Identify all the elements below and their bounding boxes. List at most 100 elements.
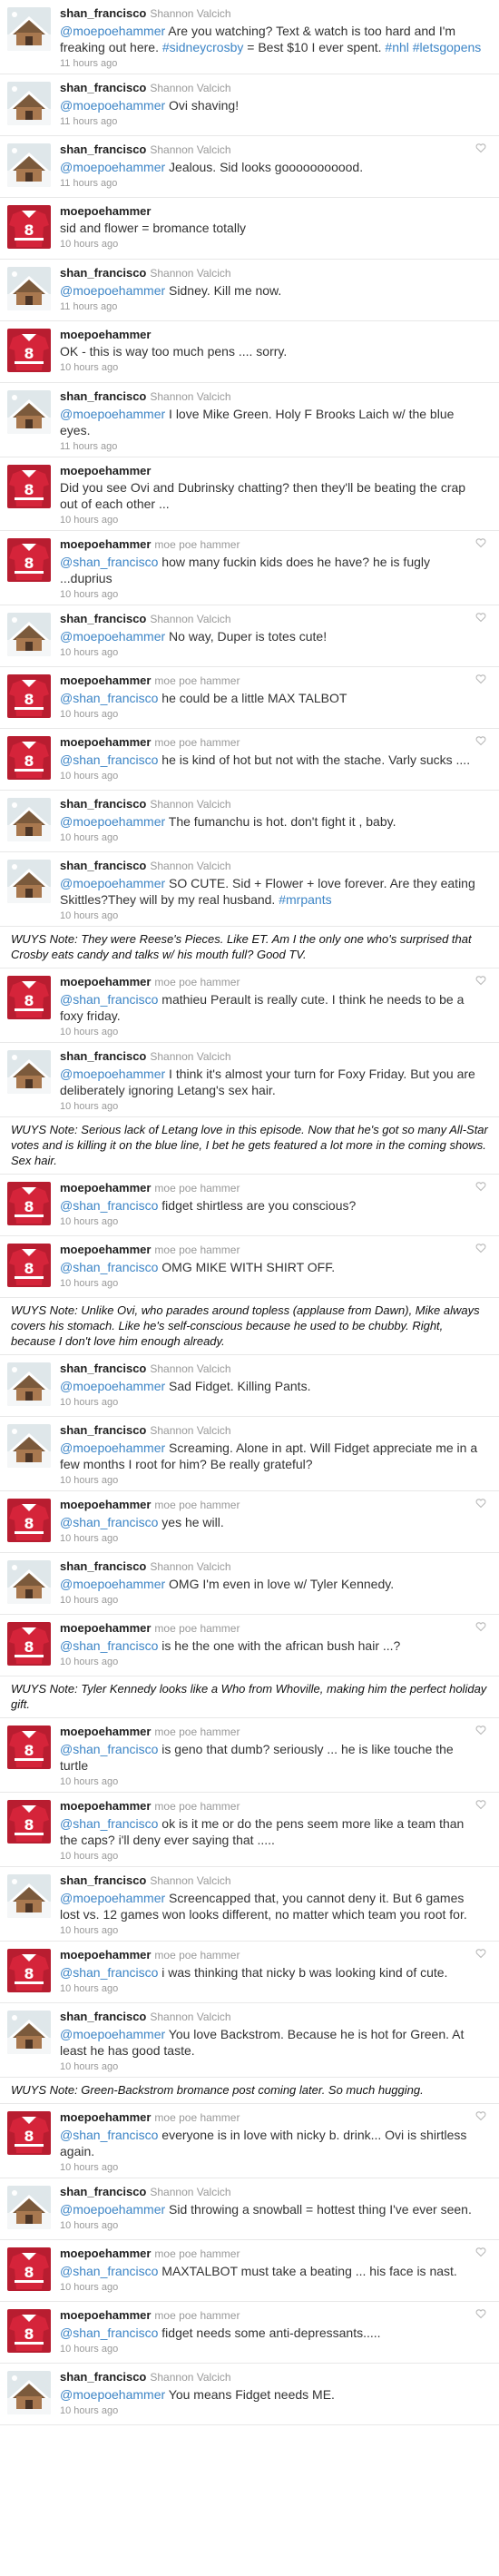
- tweet-timestamp[interactable]: 10 hours ago: [60, 2060, 492, 2073]
- tweet-timestamp[interactable]: 10 hours ago: [60, 2343, 492, 2355]
- tweet-timestamp[interactable]: 10 hours ago: [60, 1924, 492, 1937]
- username-link[interactable]: shan_francisco: [60, 389, 146, 403]
- username-link[interactable]: shan_francisco: [60, 2185, 146, 2198]
- heart-icon[interactable]: [475, 2110, 486, 2121]
- mention-link[interactable]: @moepoehammer: [60, 24, 165, 38]
- tweet-timestamp[interactable]: 10 hours ago: [60, 2219, 492, 2232]
- penguins-jersey-8-avatar[interactable]: 8: [7, 1499, 51, 1542]
- mention-link[interactable]: @shan_francisco: [60, 1965, 158, 1980]
- tweet-timestamp[interactable]: 10 hours ago: [60, 361, 492, 374]
- snowy-cabin-avatar[interactable]: [7, 82, 51, 125]
- tweet-timestamp[interactable]: 10 hours ago: [60, 646, 492, 659]
- username-link[interactable]: shan_francisco: [60, 2010, 146, 2023]
- mention-link[interactable]: @shan_francisco: [60, 691, 158, 705]
- username-link[interactable]: moepoehammer: [60, 1799, 151, 1813]
- mention-link[interactable]: @shan_francisco: [60, 1742, 158, 1756]
- mention-link[interactable]: @moepoehammer: [60, 1067, 165, 1081]
- mention-link[interactable]: @shan_francisco: [60, 992, 158, 1007]
- username-link[interactable]: shan_francisco: [60, 1423, 146, 1437]
- penguins-jersey-8-avatar[interactable]: 8: [7, 205, 51, 249]
- tweet-timestamp[interactable]: 10 hours ago: [60, 1532, 492, 1545]
- tweet-timestamp[interactable]: 10 hours ago: [60, 1656, 492, 1668]
- heart-icon[interactable]: [475, 612, 486, 623]
- mention-link[interactable]: @shan_francisco: [60, 2325, 158, 2340]
- mention-link[interactable]: @moepoehammer: [60, 2027, 165, 2041]
- tweet-timestamp[interactable]: 10 hours ago: [60, 1277, 492, 1290]
- username-link[interactable]: shan_francisco: [60, 859, 146, 872]
- heart-icon[interactable]: [475, 2308, 486, 2319]
- username-link[interactable]: moepoehammer: [60, 1498, 151, 1511]
- mention-link[interactable]: @moepoehammer: [60, 407, 165, 421]
- penguins-jersey-8-avatar[interactable]: 8: [7, 329, 51, 372]
- username-link[interactable]: moepoehammer: [60, 2247, 151, 2260]
- heart-icon[interactable]: [475, 673, 486, 684]
- snowy-cabin-avatar[interactable]: [7, 2186, 51, 2229]
- penguins-jersey-8-avatar[interactable]: 8: [7, 1726, 51, 1769]
- tweet-timestamp[interactable]: 11 hours ago: [60, 177, 492, 190]
- tweet-timestamp[interactable]: 10 hours ago: [60, 1100, 492, 1113]
- penguins-jersey-8-avatar[interactable]: 8: [7, 2309, 51, 2353]
- username-link[interactable]: shan_francisco: [60, 1049, 146, 1063]
- username-link[interactable]: shan_francisco: [60, 797, 146, 811]
- username-link[interactable]: moepoehammer: [60, 975, 151, 988]
- username-link[interactable]: moepoehammer: [60, 1725, 151, 1738]
- username-link[interactable]: shan_francisco: [60, 81, 146, 94]
- penguins-jersey-8-avatar[interactable]: 8: [7, 2247, 51, 2291]
- mention-link[interactable]: @moepoehammer: [60, 814, 165, 829]
- mention-link[interactable]: @moepoehammer: [60, 876, 165, 890]
- penguins-jersey-8-avatar[interactable]: 8: [7, 538, 51, 582]
- penguins-jersey-8-avatar[interactable]: 8: [7, 1949, 51, 1992]
- tweet-timestamp[interactable]: 10 hours ago: [60, 1775, 492, 1788]
- penguins-jersey-8-avatar[interactable]: 8: [7, 976, 51, 1019]
- tweet-timestamp[interactable]: 10 hours ago: [60, 831, 492, 844]
- username-link[interactable]: moepoehammer: [60, 328, 151, 341]
- heart-icon[interactable]: [475, 1948, 486, 1959]
- tweet-timestamp[interactable]: 10 hours ago: [60, 1850, 492, 1863]
- mention-link[interactable]: @moepoehammer: [60, 283, 165, 298]
- heart-icon[interactable]: [475, 735, 486, 746]
- snowy-cabin-avatar[interactable]: [7, 613, 51, 656]
- heart-icon[interactable]: [475, 2247, 486, 2257]
- tweet-timestamp[interactable]: 11 hours ago: [60, 57, 492, 70]
- heart-icon[interactable]: [475, 143, 486, 153]
- tweet-timestamp[interactable]: 10 hours ago: [60, 1215, 492, 1228]
- tweet-timestamp[interactable]: 10 hours ago: [60, 238, 492, 251]
- snowy-cabin-avatar[interactable]: [7, 1424, 51, 1468]
- username-link[interactable]: shan_francisco: [60, 1559, 146, 1573]
- snowy-cabin-avatar[interactable]: [7, 798, 51, 841]
- heart-icon[interactable]: [475, 1725, 486, 1735]
- tweet-timestamp[interactable]: 10 hours ago: [60, 514, 492, 526]
- tweet-timestamp[interactable]: 10 hours ago: [60, 2161, 492, 2174]
- mention-link[interactable]: @shan_francisco: [60, 2128, 158, 2142]
- mention-link[interactable]: @moepoehammer: [60, 2202, 165, 2217]
- username-link[interactable]: moepoehammer: [60, 1948, 151, 1961]
- mention-link[interactable]: @moepoehammer: [60, 1379, 165, 1393]
- penguins-jersey-8-avatar[interactable]: 8: [7, 1800, 51, 1844]
- username-link[interactable]: moepoehammer: [60, 1243, 151, 1256]
- mention-link[interactable]: @moepoehammer: [60, 98, 165, 113]
- heart-icon[interactable]: [475, 1181, 486, 1192]
- username-link[interactable]: moepoehammer: [60, 537, 151, 551]
- username-link[interactable]: shan_francisco: [60, 6, 146, 20]
- snowy-cabin-avatar[interactable]: [7, 1874, 51, 1918]
- heart-icon[interactable]: [475, 1799, 486, 1810]
- username-link[interactable]: moepoehammer: [60, 673, 151, 687]
- tweet-timestamp[interactable]: 11 hours ago: [60, 300, 492, 313]
- mention-link[interactable]: @shan_francisco: [60, 1638, 158, 1653]
- tweet-timestamp[interactable]: 10 hours ago: [60, 2281, 492, 2294]
- snowy-cabin-avatar[interactable]: [7, 1362, 51, 1406]
- username-link[interactable]: moepoehammer: [60, 2110, 151, 2124]
- username-link[interactable]: shan_francisco: [60, 1362, 146, 1375]
- heart-icon[interactable]: [475, 537, 486, 548]
- mention-link[interactable]: @shan_francisco: [60, 752, 158, 767]
- mention-link[interactable]: @moepoehammer: [60, 1891, 165, 1905]
- snowy-cabin-avatar[interactable]: [7, 7, 51, 51]
- snowy-cabin-avatar[interactable]: [7, 860, 51, 903]
- tweet-timestamp[interactable]: 10 hours ago: [60, 2404, 492, 2417]
- tweet-timestamp[interactable]: 10 hours ago: [60, 1474, 492, 1487]
- snowy-cabin-avatar[interactable]: [7, 2371, 51, 2414]
- username-link[interactable]: shan_francisco: [60, 612, 146, 625]
- penguins-jersey-8-avatar[interactable]: 8: [7, 1182, 51, 1225]
- snowy-cabin-avatar[interactable]: [7, 1560, 51, 1604]
- hashtag-link[interactable]: #sidneycrosby: [162, 40, 244, 54]
